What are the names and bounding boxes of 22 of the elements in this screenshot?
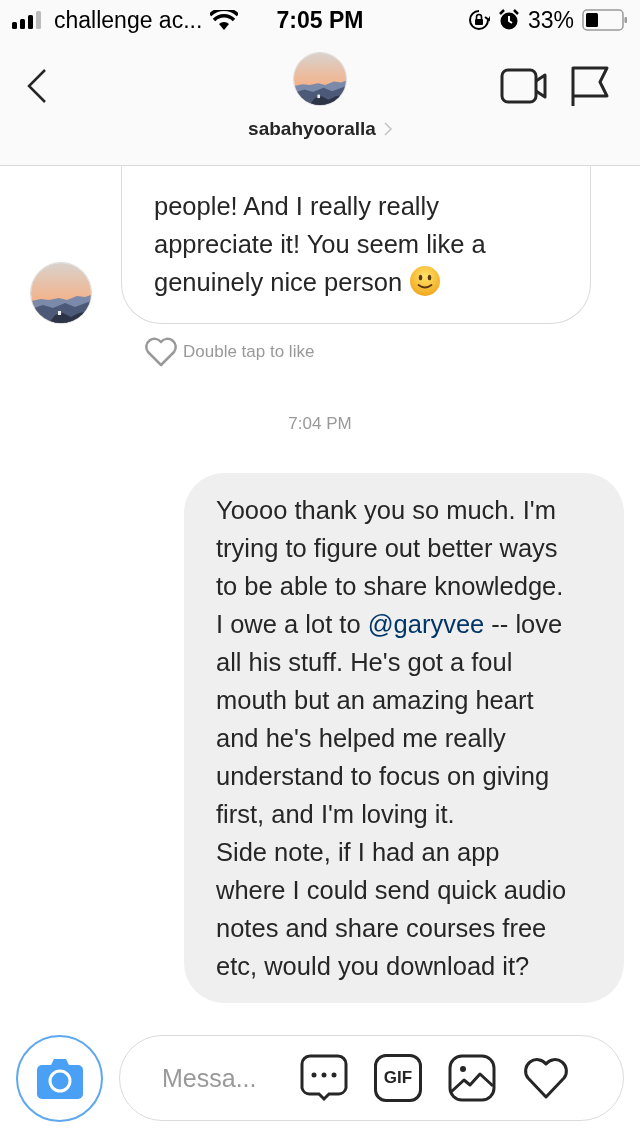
wifi-icon: [210, 10, 239, 30]
gif-button[interactable]: GIF: [374, 1054, 422, 1102]
rotation-lock-icon: [467, 9, 490, 31]
username-link[interactable]: sabahyooralla: [248, 118, 376, 140]
timestamp: 7:04 PM: [287, 414, 353, 434]
message-text: Side note, if I had an app where I could send quick audio notes and share courses free etc, would you download it?: [216, 837, 568, 982]
heart-icon[interactable]: [522, 1056, 570, 1100]
message-input[interactable]: Messa...: [160, 1062, 274, 1094]
carrier-name: challenge ac...: [54, 6, 203, 34]
battery-icon: [582, 9, 628, 31]
like-hint: Double tap to like: [183, 342, 315, 362]
message-text: Yoooo thank you so much. I'm trying to figure out better ways to be able to share knowledge. I owe a lot to @garyvee -- love all his stuff. He's got a foul mouth but an amazing heart and he's helped me really understand to focus on giving first, and I'm loving it.: [216, 495, 565, 830]
message-bubble-icon[interactable]: [300, 1054, 348, 1102]
chevron-right-icon: [383, 122, 392, 136]
camera-icon: [35, 1057, 84, 1099]
message-text: people! And I really really appreciate it! You seem like a genuinely nice person: [154, 191, 487, 299]
mention-link[interactable]: @garyvee: [367, 610, 485, 638]
image-icon[interactable]: [448, 1054, 496, 1102]
alarm-icon: [497, 9, 520, 31]
clock-time: 7:05 PM: [276, 6, 364, 34]
battery-percent: 33%: [527, 6, 574, 34]
flag-button[interactable]: [570, 64, 610, 108]
